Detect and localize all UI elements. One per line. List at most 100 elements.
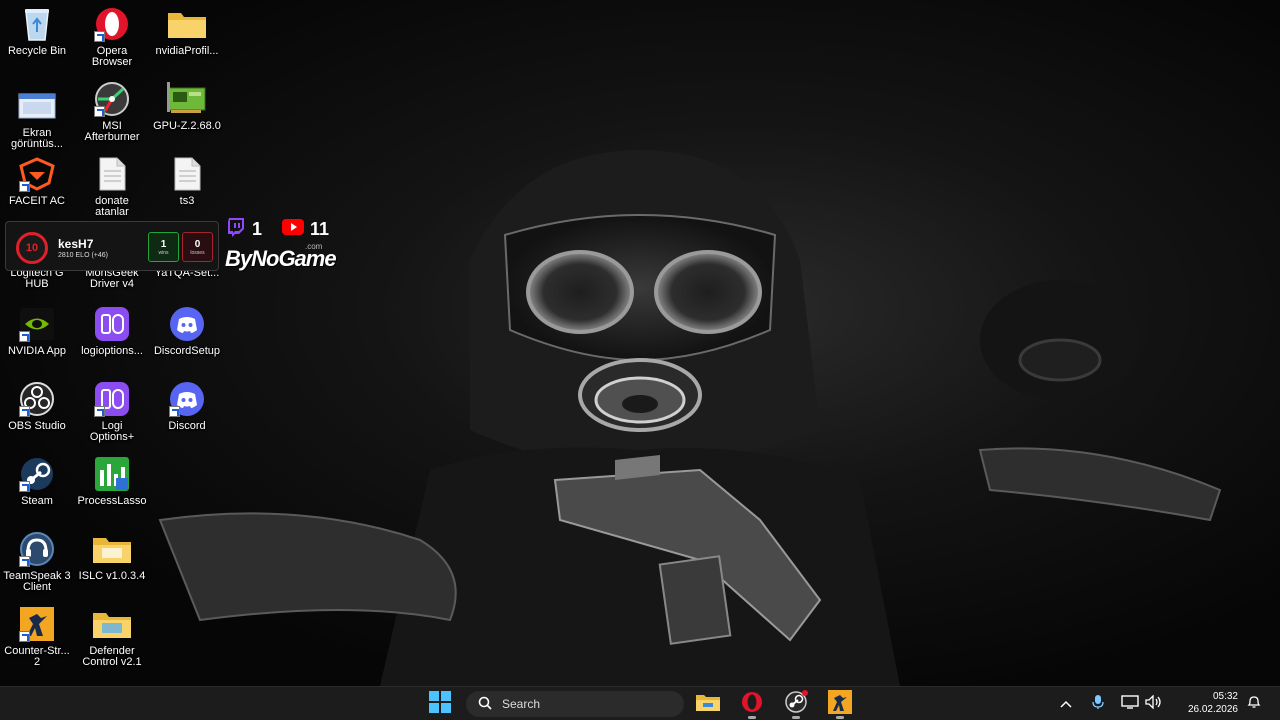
logi-options-icon [92, 381, 132, 417]
desktop-icon-label: MonsGeek Driver v4 [85, 267, 139, 290]
desktop-icon-opera[interactable]: Opera Browser [75, 6, 149, 68]
desktop-icon-label: Logitech G HUB [10, 267, 64, 290]
text-file-icon [92, 156, 132, 192]
cs2-icon [828, 689, 852, 719]
active-indicator [792, 716, 800, 719]
active-indicator [836, 716, 844, 719]
desktop-icon-label: ts3 [179, 195, 195, 207]
twitch-viewer-count: 1 [252, 218, 263, 239]
desktop-icon-label: OBS Studio [8, 420, 66, 432]
shortcut-arrow-icon [19, 556, 30, 567]
tray-network[interactable] [1120, 692, 1140, 716]
desktop-icon-msi-afterburner[interactable]: MSI Afterburner [75, 81, 149, 143]
faceit-ac-icon [17, 156, 57, 192]
faceit-stats-overlay: 10 kesH7 2810 ELO (+46) 1 wins 0 losses [5, 221, 219, 271]
shortcut-arrow-icon [19, 181, 30, 192]
steam-icon [784, 689, 808, 719]
taskbar-cs2[interactable] [824, 689, 856, 719]
shortcut-arrow-icon [169, 406, 180, 417]
taskbar-search[interactable]: Search [466, 691, 684, 717]
opera-icon [741, 691, 763, 718]
desktop-icon-process-lasso[interactable]: ProcessLasso [75, 456, 149, 507]
desktop-icon-label: Counter-Str... 2 [4, 645, 70, 668]
discord-icon [167, 381, 207, 417]
recycle-bin-icon [17, 6, 57, 42]
faceit-losses-box: 0 losses [182, 232, 213, 262]
shortcut-arrow-icon [19, 631, 30, 642]
notification-center-button[interactable] [1244, 692, 1264, 716]
desktop-icon-screenshot[interactable]: Ekran görüntüs... [0, 88, 74, 150]
desktop-icon-label: Logi Options+ [89, 420, 135, 443]
shortcut-arrow-icon [19, 331, 30, 342]
tray-microphone[interactable] [1088, 692, 1108, 716]
desktop-icon-label: FACEIT AC [8, 195, 66, 207]
desktop-icon-faceit-ac[interactable]: FACEIT AC [0, 156, 74, 207]
desktop-icon-label: GPU-Z.2.68.0 [153, 120, 221, 132]
desktop-icon-nvidia-app[interactable]: NVIDIA App [0, 306, 74, 357]
faceit-wins-count: 1 [160, 239, 167, 250]
speaker-icon [1145, 693, 1163, 714]
microphone-icon [1092, 694, 1104, 715]
text-file-icon [167, 156, 207, 192]
desktop-icon-recycle-bin[interactable]: Recycle Bin [0, 6, 74, 57]
desktop-icon-label: donate atanlar [95, 195, 129, 218]
desktop-icon-label: ProcessLasso [77, 495, 147, 507]
cs2-icon [17, 606, 57, 642]
desktop-icon-obs-studio[interactable]: OBS Studio [0, 381, 74, 432]
opera-icon [92, 6, 132, 42]
desktop-icon-discord-setup[interactable]: DiscordSetup [150, 306, 224, 357]
shortcut-arrow-icon [94, 31, 105, 42]
desktop-icon-discord[interactable]: Discord [150, 381, 224, 432]
desktop-icon-donate-atanlar[interactable]: donate atanlar [75, 156, 149, 218]
bynogame-logo-suffix: .com [305, 242, 323, 251]
folder-icon [167, 6, 207, 42]
shortcut-arrow-icon [94, 106, 105, 117]
network-icon [1121, 694, 1139, 714]
desktop-icon-label: NVIDIA App [7, 345, 67, 357]
faceit-wins-label: wins [158, 250, 169, 256]
faceit-elo: 2810 ELO (+46) [58, 252, 109, 259]
desktop-icon-steam[interactable]: Steam [0, 456, 74, 507]
notification-bell-icon [1247, 695, 1261, 714]
obs-icon [17, 381, 57, 417]
taskbar-steam[interactable] [780, 689, 812, 719]
desktop-icon-islc[interactable]: ISLC v1.0.3.4 [75, 531, 149, 582]
start-button[interactable] [424, 690, 456, 718]
desktop-icon-logioptions-installer[interactable]: logioptions... [75, 306, 149, 357]
desktop-icon-label: logioptions... [81, 345, 143, 357]
folder-icon [92, 606, 132, 642]
taskbar: Search 05:32 26.02.2026 [0, 686, 1280, 720]
tray-volume[interactable] [1144, 692, 1164, 716]
discord-icon [167, 306, 207, 342]
desktop-icon-nvidia-profile-folder[interactable]: nvidiaProfil... [150, 6, 224, 57]
windows-start-icon [429, 690, 451, 718]
taskbar-opera[interactable] [736, 690, 768, 719]
desktop-icon-label: Discord [168, 420, 206, 432]
tray-overflow-button[interactable] [1056, 692, 1076, 716]
desktop-icon-label: DiscordSetup [153, 345, 221, 357]
screenshot-icon [17, 88, 57, 124]
stream-stats: 1 11 [226, 217, 329, 240]
desktop-icon-gpu-z[interactable]: GPU-Z.2.68.0 [150, 81, 224, 132]
chevron-up-icon [1060, 695, 1072, 713]
faceit-losses-count: 0 [194, 239, 201, 250]
file-explorer-icon [695, 692, 721, 717]
desktop-icon-teamspeak[interactable]: TeamSpeak 3 Client [0, 531, 74, 593]
msi-afterburner-icon [92, 81, 132, 117]
desktop-icon-label: ISLC v1.0.3.4 [78, 570, 146, 582]
desktop-icon-label: Steam [21, 495, 53, 507]
clock-time: 05:32 [1212, 691, 1238, 702]
faceit-nickname: kesH7 [58, 237, 94, 251]
taskbar-file-explorer[interactable] [692, 690, 724, 718]
desktop-icon-logi-options-plus[interactable]: Logi Options+ [75, 381, 149, 443]
taskbar-clock[interactable]: 05:32 26.02.2026 [1172, 690, 1238, 716]
gpu-z-icon [167, 81, 207, 117]
desktop-icon-ts3[interactable]: ts3 [150, 156, 224, 207]
faceit-level-badge: 10 [16, 232, 48, 264]
desktop-icon-cs2[interactable]: Counter-Str... 2 [0, 606, 74, 668]
nvidia-icon [17, 306, 57, 342]
shortcut-arrow-icon [19, 406, 30, 417]
logi-options-icon [92, 306, 132, 342]
steam-icon [17, 456, 57, 492]
desktop-icon-defender-control[interactable]: Defender Control v2.1 [75, 606, 149, 668]
